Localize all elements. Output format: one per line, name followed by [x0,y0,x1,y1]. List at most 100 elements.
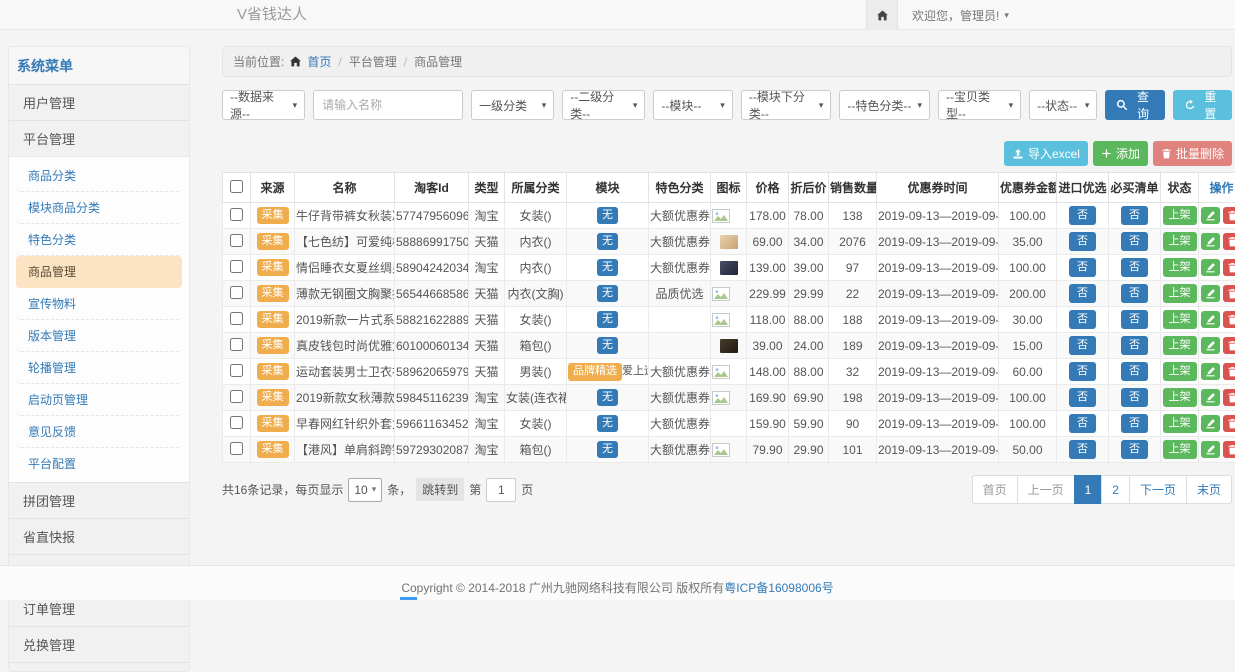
delete-button[interactable] [1223,207,1235,224]
delete-button[interactable] [1223,311,1235,328]
status-button[interactable]: 上架 [1163,440,1197,458]
imported-toggle[interactable]: 否 [1069,362,1096,380]
edit-button[interactable] [1201,207,1220,224]
must-buy-toggle[interactable]: 否 [1121,414,1148,432]
delete-button[interactable] [1223,337,1235,354]
module-select[interactable]: --模块--▾ [653,90,732,120]
edit-button[interactable] [1201,233,1220,250]
imported-toggle[interactable]: 否 [1069,336,1096,354]
sidebar-item-用户管理[interactable]: 用户管理 [9,84,189,120]
sidebar-item-平台管理[interactable]: 平台管理 [9,120,189,156]
home-button[interactable] [866,0,898,30]
edit-button[interactable] [1201,363,1220,380]
reset-button[interactable]: 重置 [1173,90,1232,120]
sidebar-subitem-商品管理[interactable]: 商品管理 [16,256,182,288]
pager-button-末页[interactable]: 末页 [1186,475,1232,504]
pager-button-上一页[interactable]: 上一页 [1017,475,1075,504]
name-input[interactable] [313,90,463,120]
pager-button-2[interactable]: 2 [1101,475,1130,504]
row-checkbox[interactable] [230,312,243,325]
sidebar-subitem-启动页管理[interactable]: 启动页管理 [16,384,182,416]
imported-toggle[interactable]: 否 [1069,440,1096,458]
sidebar-subitem-轮播管理[interactable]: 轮播管理 [16,352,182,384]
edit-button[interactable] [1201,441,1220,458]
sidebar-item-兑换管理[interactable]: 兑换管理 [9,626,189,662]
module-sub-category-select[interactable]: --模块下分类--▾ [741,90,832,120]
row-checkbox[interactable] [230,286,243,299]
sidebar-subitem-特色分类[interactable]: 特色分类 [16,224,182,256]
select-all-checkbox[interactable] [230,180,243,193]
row-checkbox[interactable] [230,260,243,273]
delete-button[interactable] [1223,233,1235,250]
sidebar-subitem-宣传物料[interactable]: 宣传物料 [16,288,182,320]
sidebar-subitem-意见反馈[interactable]: 意见反馈 [16,416,182,448]
status-button[interactable]: 上架 [1163,284,1197,302]
must-buy-toggle[interactable]: 否 [1121,310,1148,328]
must-buy-toggle[interactable]: 否 [1121,388,1148,406]
delete-button[interactable] [1223,285,1235,302]
status-button[interactable]: 上架 [1163,336,1197,354]
sidebar-item-clipped[interactable] [9,662,189,671]
level1-category-select[interactable]: 一级分类▾ [471,90,554,120]
sidebar-item-省直快报[interactable]: 省直快报 [9,518,189,554]
imported-toggle[interactable]: 否 [1069,284,1096,302]
must-buy-toggle[interactable]: 否 [1121,362,1148,380]
status-button[interactable]: 上架 [1163,258,1197,276]
must-buy-toggle[interactable]: 否 [1121,232,1148,250]
edit-button[interactable] [1201,337,1220,354]
pager-button-1[interactable]: 1 [1074,475,1103,504]
user-menu[interactable]: 欢迎您，管理员! ▾ [912,7,1009,24]
page-number-input[interactable] [486,478,516,502]
import-excel-button[interactable]: 导入excel [1004,141,1088,166]
imported-toggle[interactable]: 否 [1069,388,1096,406]
sidebar-subitem-版本管理[interactable]: 版本管理 [16,320,182,352]
delete-button[interactable] [1223,415,1235,432]
delete-button[interactable] [1223,441,1235,458]
sidebar-item-拼团管理[interactable]: 拼团管理 [9,482,189,518]
status-button[interactable]: 上架 [1163,206,1197,224]
sidebar-subitem-平台配置[interactable]: 平台配置 [16,448,182,479]
add-button[interactable]: 添加 [1093,141,1148,166]
edit-button[interactable] [1201,389,1220,406]
status-button[interactable]: 上架 [1163,232,1197,250]
search-button[interactable]: 查询 [1105,90,1164,120]
imported-toggle[interactable]: 否 [1069,310,1096,328]
batch-delete-button[interactable]: 批量删除 [1153,141,1232,166]
status-button[interactable]: 上架 [1163,388,1197,406]
icp-link[interactable]: 粤ICP备16098006号 [724,581,833,595]
pager-button-首页[interactable]: 首页 [972,475,1018,504]
pager-button-下一页[interactable]: 下一页 [1129,475,1187,504]
must-buy-toggle[interactable]: 否 [1121,284,1148,302]
edit-button[interactable] [1201,259,1220,276]
sidebar-subitem-商品分类[interactable]: 商品分类 [16,160,182,192]
must-buy-toggle[interactable]: 否 [1121,206,1148,224]
must-buy-toggle[interactable]: 否 [1121,258,1148,276]
edit-button[interactable] [1201,285,1220,302]
row-checkbox[interactable] [230,416,243,429]
row-checkbox[interactable] [230,208,243,221]
status-button[interactable]: 上架 [1163,310,1197,328]
must-buy-toggle[interactable]: 否 [1121,336,1148,354]
row-checkbox[interactable] [230,390,243,403]
feature-category-select[interactable]: --特色分类--▾ [839,90,930,120]
delete-button[interactable] [1223,259,1235,276]
must-buy-toggle[interactable]: 否 [1121,440,1148,458]
status-button[interactable]: 上架 [1163,362,1197,380]
row-checkbox[interactable] [230,442,243,455]
imported-toggle[interactable]: 否 [1069,258,1096,276]
imported-toggle[interactable]: 否 [1069,232,1096,250]
sidebar-subitem-模块商品分类[interactable]: 模块商品分类 [16,192,182,224]
status-select[interactable]: --状态--▾ [1029,90,1097,120]
row-checkbox[interactable] [230,338,243,351]
page-size-select[interactable]: 10 ▾ [348,478,382,502]
edit-button[interactable] [1201,415,1220,432]
delete-button[interactable] [1223,389,1235,406]
data-source-select[interactable]: --数据来源--▾ [222,90,305,120]
edit-button[interactable] [1201,311,1220,328]
row-checkbox[interactable] [230,234,243,247]
item-type-select[interactable]: --宝贝类型--▾ [938,90,1021,120]
jump-button[interactable]: 跳转到 [416,478,464,501]
level2-category-select[interactable]: --二级分类--▾ [562,90,645,120]
delete-button[interactable] [1223,363,1235,380]
imported-toggle[interactable]: 否 [1069,414,1096,432]
